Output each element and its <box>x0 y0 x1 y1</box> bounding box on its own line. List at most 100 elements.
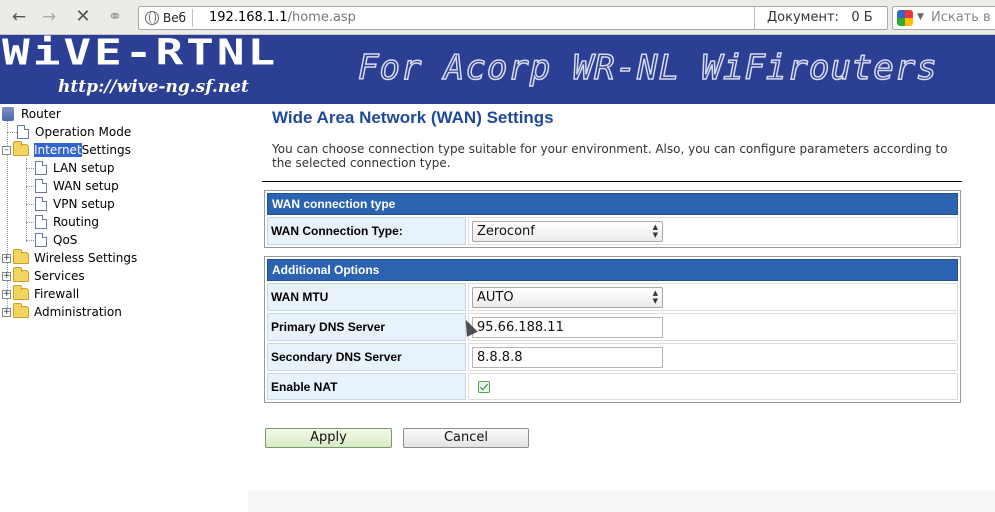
tree-item-label: Administration <box>34 305 122 319</box>
site-label: Веб <box>163 11 187 25</box>
primary-dns-input[interactable]: 95.66.188.11 <box>472 316 663 338</box>
tree-item-label: Operation Mode <box>35 125 132 139</box>
router-icon <box>2 107 14 121</box>
main-content: Wide Area Network (WAN) Settings You can… <box>248 104 995 490</box>
page-icon <box>17 125 29 139</box>
wan-type-row: WAN Connection Type: Zeroconf ▲ ▼ <box>267 217 958 245</box>
page-icon <box>35 215 47 229</box>
wan-type-select[interactable]: Zeroconf ▲ ▼ <box>472 220 663 242</box>
tree-connector <box>26 158 27 242</box>
wan-mtu-select[interactable]: AUTO ▲ ▼ <box>472 286 663 308</box>
search-box[interactable]: ▼ Искать в <box>892 6 995 30</box>
tree-item-wan-setup[interactable]: WAN setup <box>35 177 119 195</box>
header-banner: WiVE-RTNL http://wive-ng.sf.net For Acor… <box>0 35 995 104</box>
page-description: You can choose connection type suitable … <box>272 142 948 170</box>
folder-icon <box>13 249 29 264</box>
wan-type-cell: Zeroconf ▲ ▼ <box>468 217 958 245</box>
tree-root-router[interactable]: Router <box>2 105 61 123</box>
tree-connector <box>7 132 17 133</box>
url-text[interactable]: 192.168.1.1/home.asp <box>209 10 356 25</box>
primary-dns-cell: 95.66.188.11 <box>468 313 958 341</box>
additional-options-section: Additional Options WAN MTU AUTO ▲ ▼ Prima… <box>264 256 961 403</box>
document-size: Документ: 0 Б <box>754 7 873 29</box>
expand-icon[interactable]: + <box>2 253 11 263</box>
primary-dns-label: Primary DNS Server <box>267 313 466 341</box>
key-icon[interactable]: ⚭ <box>104 7 126 27</box>
banner-slogan: For Acorp WR-NL WiFirouters <box>357 47 938 89</box>
url-host: 192.168.1.1 <box>209 10 288 25</box>
back-arrow-icon[interactable]: ← <box>8 7 30 27</box>
brand-url: http://wive-ng.sf.net <box>58 77 249 97</box>
tree-item-label: Services <box>34 269 85 283</box>
secondary-dns-cell: 8.8.8.8 <box>468 343 958 371</box>
collapse-icon[interactable]: – <box>2 145 11 155</box>
chevron-down-icon[interactable]: ▼ <box>917 12 924 22</box>
wan-type-label: WAN Connection Type: <box>267 217 466 245</box>
url-path: /home.asp <box>287 10 356 25</box>
tree-item-label: WAN setup <box>53 179 119 193</box>
page-title: Wide Area Network (WAN) Settings <box>272 108 554 127</box>
tree-item-label: Firewall <box>34 287 80 301</box>
google-icon[interactable] <box>897 10 913 26</box>
tree-item-label: Routing <box>53 215 100 229</box>
expand-icon[interactable]: + <box>2 307 11 317</box>
page-icon <box>35 179 47 193</box>
divider <box>262 181 962 182</box>
doc-label: Документ: <box>767 10 839 25</box>
enable-nat-row: Enable NAT <box>267 373 958 400</box>
tree-item-label-highlight: Internet <box>34 143 82 157</box>
wan-type-value: Zeroconf <box>477 223 535 239</box>
wan-mtu-label: WAN MTU <box>267 283 466 311</box>
tree-item-routing[interactable]: Routing <box>35 213 99 231</box>
tree-item-wireless-settings[interactable]: + Wireless Settings <box>2 249 137 267</box>
tree-item-label: VPN setup <box>53 197 115 211</box>
primary-dns-row: Primary DNS Server 95.66.188.11 <box>267 313 958 341</box>
forward-arrow-icon[interactable]: → <box>38 7 60 27</box>
enable-nat-label: Enable NAT <box>267 373 466 400</box>
navigation-tree: Router Operation Mode – Internet Setting… <box>0 104 248 512</box>
section-header: Additional Options <box>267 259 958 281</box>
brand-logo: WiVE-RTNL <box>2 35 279 74</box>
enable-nat-cell <box>468 373 958 400</box>
stop-icon[interactable]: ✕ <box>72 7 94 27</box>
tree-item-label-rest: Settings <box>81 143 131 157</box>
secondary-dns-label: Secondary DNS Server <box>267 343 466 371</box>
wan-mtu-value: AUTO <box>477 289 514 305</box>
folder-icon <box>13 303 29 318</box>
expand-icon[interactable]: + <box>2 271 11 281</box>
tree-item-lan-setup[interactable]: LAN setup <box>35 159 115 177</box>
select-arrows-icon: ▲ ▼ <box>652 222 658 239</box>
folder-icon <box>13 285 29 300</box>
section-header: WAN connection type <box>267 193 958 215</box>
doc-size: 0 Б <box>851 10 873 25</box>
enable-nat-checkbox[interactable] <box>478 380 490 393</box>
url-bar[interactable]: Веб 192.168.1.1/home.asp Документ: 0 Б <box>138 6 888 30</box>
cancel-button[interactable]: Cancel <box>403 428 529 448</box>
tree-item-label: QoS <box>53 233 78 247</box>
tree-item-vpn-setup[interactable]: VPN setup <box>35 195 115 213</box>
folder-open-icon <box>13 141 29 156</box>
apply-button[interactable]: Apply <box>265 428 392 448</box>
secondary-dns-input[interactable]: 8.8.8.8 <box>472 346 663 368</box>
tree-item-internet-settings[interactable]: – Internet Settings <box>2 141 131 159</box>
wan-mtu-row: WAN MTU AUTO ▲ ▼ <box>267 283 958 311</box>
page-icon <box>35 161 47 175</box>
site-identity[interactable]: Веб <box>142 9 194 27</box>
tree-item-operation-mode[interactable]: Operation Mode <box>17 123 131 141</box>
tree-item-qos[interactable]: QoS <box>35 231 77 249</box>
wan-mtu-cell: AUTO ▲ ▼ <box>468 283 958 311</box>
page-icon <box>35 233 47 247</box>
folder-icon <box>13 267 29 282</box>
tree-item-services[interactable]: + Services <box>2 267 85 285</box>
wan-connection-section: WAN connection type WAN Connection Type:… <box>264 190 961 248</box>
tree-item-administration[interactable]: + Administration <box>2 303 122 321</box>
tree-item-label: LAN setup <box>53 161 115 175</box>
tree-item-firewall[interactable]: + Firewall <box>2 285 79 303</box>
page-icon <box>35 197 47 211</box>
search-placeholder: Искать в <box>931 10 991 25</box>
tree-root-label: Router <box>21 107 61 121</box>
select-arrows-icon: ▲ ▼ <box>652 288 658 305</box>
expand-icon[interactable]: + <box>2 289 11 299</box>
browser-toolbar: ← → ✕ ⚭ Веб 192.168.1.1/home.asp Докумен… <box>0 0 995 35</box>
tree-item-label: Wireless Settings <box>34 251 138 265</box>
